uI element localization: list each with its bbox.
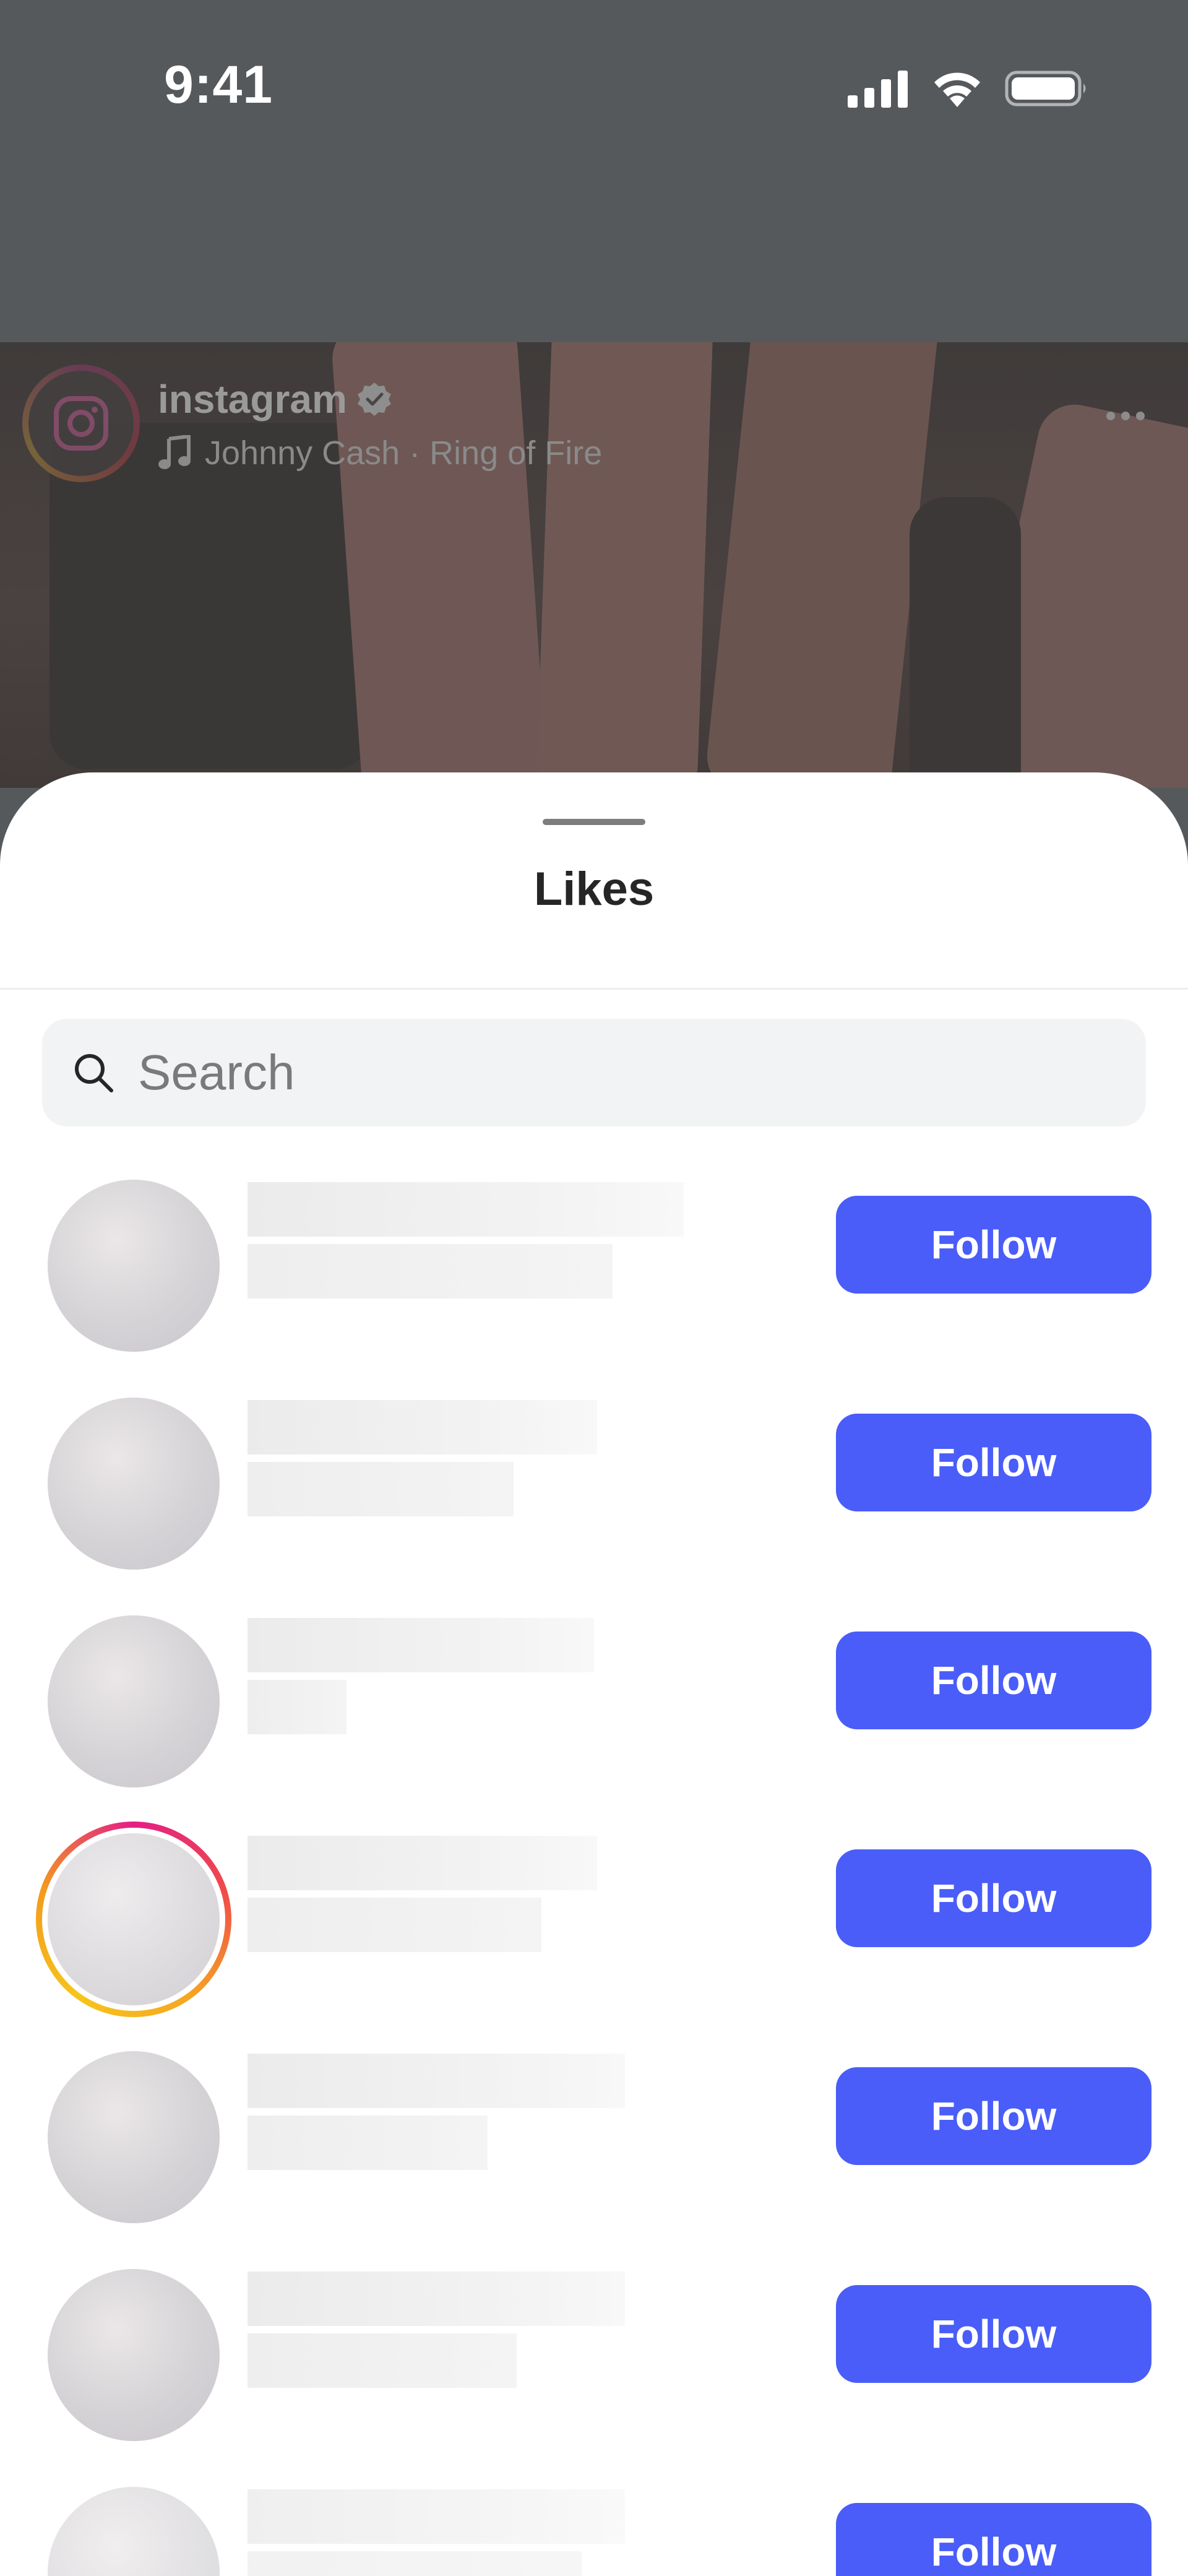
status-icons [848,67,1089,110]
post-username[interactable]: instagram [158,376,393,422]
username-placeholder [248,1182,684,1237]
follow-button[interactable]: Follow [836,2067,1151,2165]
sheet-divider [0,988,1188,990]
avatar[interactable] [48,2051,220,2223]
post-header: instagram Johnny Cash · Ring of Fire [0,342,1188,503]
fullname-placeholder [248,2333,517,2388]
like-row[interactable]: Follow [0,1811,1188,2029]
follow-button[interactable]: Follow [836,1849,1151,1947]
sheet-grabber[interactable] [543,819,645,825]
fullname-placeholder [248,2551,582,2576]
username-placeholder [248,1836,597,1890]
search-bar[interactable] [42,1019,1146,1126]
fullname-placeholder [248,1898,541,1952]
fullname-placeholder [248,1462,514,1516]
audio-track-text: Johnny Cash · Ring of Fire [205,434,603,472]
avatar[interactable] [48,2269,220,2441]
search-input[interactable] [138,1019,1116,1126]
fullname-placeholder [248,2116,488,2170]
follow-button[interactable]: Follow [836,2503,1151,2576]
search-icon [75,1054,113,1092]
status-bar: 9:41 [0,0,1188,173]
avatar[interactable] [48,1180,220,1352]
avatar[interactable] [48,2487,220,2576]
username-placeholder [248,2054,625,2108]
likes-sheet: Likes Follow Follow F [0,772,1188,2576]
like-row[interactable]: Follow [0,1593,1188,1811]
like-row[interactable]: Follow [0,2465,1188,2576]
username-placeholder [248,1618,594,1672]
avatar[interactable] [48,1615,220,1787]
post-username-text: instagram [158,377,347,421]
follow-button[interactable]: Follow [836,1414,1151,1511]
verified-badge-icon [357,383,391,416]
instagram-logo-icon [54,396,108,451]
like-row[interactable]: Follow [0,1375,1188,1593]
avatar-with-story-ring[interactable] [36,1822,231,2017]
wifi-icon [934,72,980,107]
battery-icon [1005,71,1086,106]
username-placeholder [248,2271,625,2326]
cellular-icon [848,71,908,108]
follow-button[interactable]: Follow [836,1196,1151,1294]
follow-button[interactable]: Follow [836,2285,1151,2383]
like-row[interactable]: Follow [0,2029,1188,2247]
sheet-title: Likes [533,863,655,915]
post-audio[interactable]: Johnny Cash · Ring of Fire [158,434,602,472]
post-avatar[interactable] [22,365,140,482]
more-icon[interactable] [1106,412,1145,420]
username-placeholder [248,2489,625,2544]
status-time: 9:41 [164,55,273,115]
fullname-placeholder [248,1680,346,1734]
avatar[interactable] [48,1398,220,1570]
username-placeholder [248,1400,597,1454]
like-row[interactable]: Follow [0,2247,1188,2465]
likes-screen: 9:41 instagram Johnny Cash · Ring of Fir… [0,0,1188,2576]
fullname-placeholder [248,1244,613,1299]
music-note-icon [158,435,191,469]
follow-button[interactable]: Follow [836,1632,1151,1729]
like-row[interactable]: Follow [0,1157,1188,1375]
